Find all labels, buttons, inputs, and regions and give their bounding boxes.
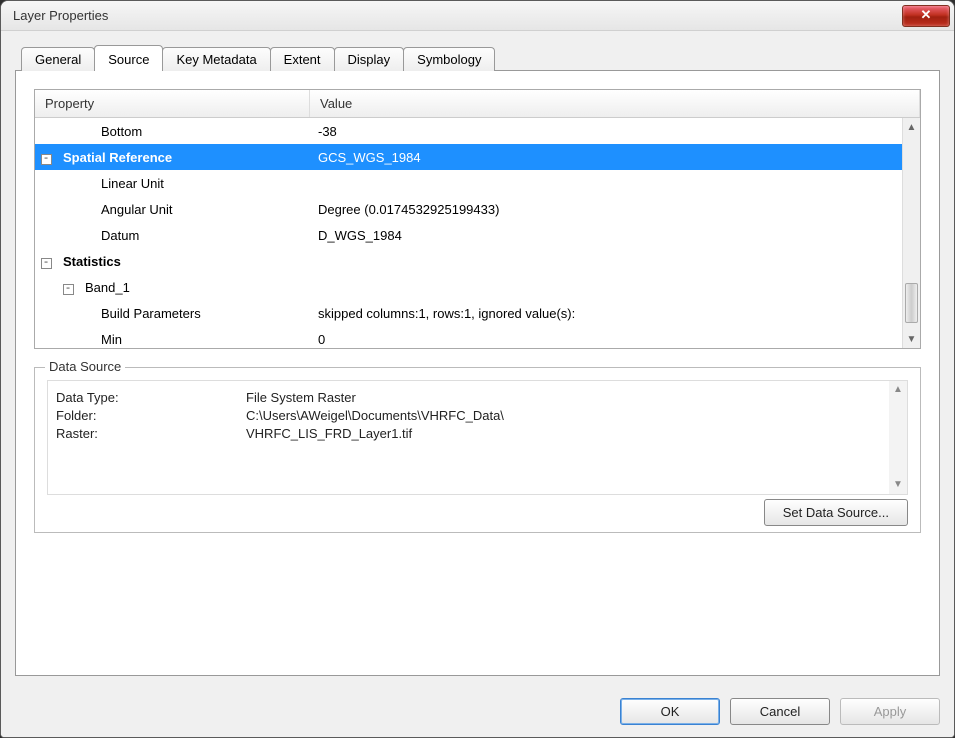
prop-label: Spatial Reference — [57, 150, 310, 165]
expand-toggle[interactable]: - — [57, 280, 79, 295]
close-button[interactable]: ✕ — [902, 5, 950, 27]
property-grid: Property Value Bottom -38 - Spatial Refe… — [34, 89, 921, 349]
row-spatial-reference[interactable]: - Spatial Reference GCS_WGS_1984 — [35, 144, 920, 170]
tab-extent[interactable]: Extent — [270, 47, 335, 71]
tab-key-metadata[interactable]: Key Metadata — [162, 47, 270, 71]
grid-body: Bottom -38 - Spatial Reference GCS_WGS_1… — [35, 118, 920, 348]
dialog-body: General Source Key Metadata Extent Displ… — [1, 31, 954, 686]
grid-header: Property Value — [35, 90, 920, 118]
row-datum[interactable]: Datum D_WGS_1984 — [35, 222, 920, 248]
tab-source[interactable]: Source — [94, 45, 163, 71]
row-statistics[interactable]: - Statistics — [35, 248, 920, 274]
row-build-parameters[interactable]: Build Parameters skipped columns:1, rows… — [35, 300, 920, 326]
ds-datatype-row: Data Type: File System Raster — [56, 389, 899, 407]
prop-label: Angular Unit — [35, 202, 310, 217]
prop-label: Build Parameters — [35, 306, 310, 321]
ds-value: VHRFC_LIS_FRD_Layer1.tif — [246, 425, 412, 443]
ds-raster-row: Raster: VHRFC_LIS_FRD_Layer1.tif — [56, 425, 899, 443]
apply-button[interactable]: Apply — [840, 698, 940, 725]
prop-value: D_WGS_1984 — [310, 228, 920, 243]
scroll-up-icon[interactable]: ▲ — [903, 118, 920, 136]
prop-label: Datum — [35, 228, 310, 243]
prop-label: Band_1 — [79, 280, 310, 295]
ds-folder-row: Folder: C:\Users\AWeigel\Documents\VHRFC… — [56, 407, 899, 425]
data-source-legend: Data Source — [45, 359, 125, 374]
window-title: Layer Properties — [13, 8, 902, 23]
prop-value: GCS_WGS_1984 — [310, 150, 920, 165]
layer-properties-window: Layer Properties ✕ General Source Key Me… — [0, 0, 955, 738]
row-band-1[interactable]: - Band_1 — [35, 274, 920, 300]
row-angular-unit[interactable]: Angular Unit Degree (0.0174532925199433) — [35, 196, 920, 222]
ds-scrollbar[interactable]: ▲ ▼ — [889, 381, 907, 494]
scroll-down-icon[interactable]: ▼ — [903, 330, 920, 348]
tab-display[interactable]: Display — [334, 47, 405, 71]
dialog-footer: OK Cancel Apply — [1, 686, 954, 737]
ds-key: Data Type: — [56, 389, 246, 407]
ds-value: File System Raster — [246, 389, 356, 407]
scroll-up-icon[interactable]: ▲ — [889, 381, 907, 399]
prop-value: 0 — [310, 332, 920, 347]
expand-toggle[interactable]: - — [35, 150, 57, 165]
ds-key: Raster: — [56, 425, 246, 443]
set-data-source-button[interactable]: Set Data Source... — [764, 499, 908, 526]
prop-value: -38 — [310, 124, 920, 139]
row-bottom[interactable]: Bottom -38 — [35, 118, 920, 144]
prop-label: Bottom — [35, 124, 310, 139]
tab-symbology[interactable]: Symbology — [403, 47, 495, 71]
col-value[interactable]: Value — [310, 90, 920, 117]
data-source-text[interactable]: Data Type: File System Raster Folder: C:… — [47, 380, 908, 495]
tab-source-panel: Property Value Bottom -38 - Spatial Refe… — [15, 70, 940, 676]
data-source-group: Data Source Data Type: File System Raste… — [34, 367, 921, 533]
prop-label: Min — [35, 332, 310, 347]
scroll-down-icon[interactable]: ▼ — [889, 476, 907, 494]
ds-value: C:\Users\AWeigel\Documents\VHRFC_Data\ — [246, 407, 504, 425]
cancel-button[interactable]: Cancel — [730, 698, 830, 725]
grid-scrollbar[interactable]: ▲ ▼ — [902, 118, 920, 348]
ok-button[interactable]: OK — [620, 698, 720, 725]
titlebar: Layer Properties ✕ — [1, 1, 954, 31]
prop-value: Degree (0.0174532925199433) — [310, 202, 920, 217]
prop-value: skipped columns:1, rows:1, ignored value… — [310, 306, 920, 321]
prop-label: Statistics — [57, 254, 310, 269]
tab-list: General Source Key Metadata Extent Displ… — [21, 45, 940, 71]
row-linear-unit[interactable]: Linear Unit — [35, 170, 920, 196]
close-icon: ✕ — [921, 7, 932, 22]
scroll-thumb[interactable] — [905, 283, 918, 323]
prop-label: Linear Unit — [35, 176, 310, 191]
tab-general[interactable]: General — [21, 47, 95, 71]
col-property[interactable]: Property — [35, 90, 310, 117]
row-min[interactable]: Min 0 — [35, 326, 920, 348]
expand-toggle[interactable]: - — [35, 254, 57, 269]
ds-key: Folder: — [56, 407, 246, 425]
